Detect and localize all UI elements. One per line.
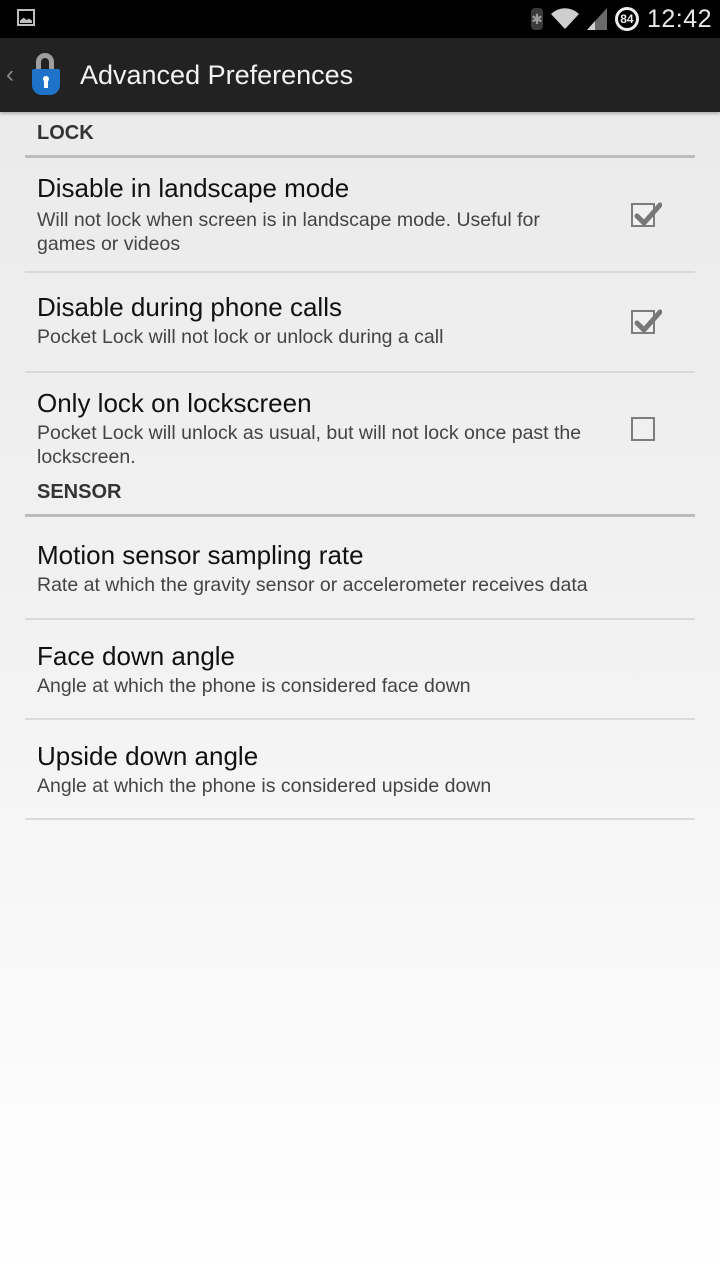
pref-disable-landscape[interactable]: Disable in landscape mode Will not lock … [25, 158, 695, 273]
pref-summary: Pocket Lock will not lock or unlock duri… [37, 326, 444, 348]
checkmark-icon [634, 202, 662, 226]
clock: 12:42 [646, 4, 712, 33]
pref-title: Face down angle [37, 641, 236, 671]
pref-only-lockscreen[interactable]: Only lock on lockscreen Pocket Lock will… [25, 373, 695, 485]
checkmark-icon [634, 309, 662, 333]
pref-upside-down-angle[interactable]: Upside down angle Angle at which the pho… [25, 720, 695, 820]
pref-summary: Angle at which the phone is considered f… [37, 675, 471, 697]
pref-sampling-rate[interactable]: Motion sensor sampling rate Rate at whic… [25, 517, 695, 620]
lock-icon[interactable] [28, 51, 68, 99]
category-lock-header: LOCK [25, 112, 695, 158]
pref-title: Disable in landscape mode [37, 173, 350, 203]
wifi-icon [550, 8, 579, 30]
pref-title: Upside down angle [37, 741, 259, 771]
chevron-left-icon[interactable]: ‹ [6, 61, 20, 89]
checkbox-only-lockscreen[interactable] [631, 417, 655, 441]
pref-disable-calls[interactable]: Disable during phone calls Pocket Lock w… [25, 273, 695, 373]
bluetooth-icon: ✱ [530, 8, 543, 30]
pref-title: Motion sensor sampling rate [37, 540, 364, 570]
action-bar: ‹ Advanced Preferences [0, 38, 720, 112]
battery-icon: 84 [614, 7, 639, 31]
status-bar: ✱ 84 12:42 [0, 0, 720, 38]
checkbox-disable-landscape[interactable] [631, 202, 662, 227]
pref-summary: Will not lock when screen is in landscap… [37, 209, 540, 255]
gallery-icon [17, 9, 35, 26]
page-title: Advanced Preferences [80, 59, 354, 90]
checkbox-disable-calls[interactable] [631, 309, 662, 334]
pref-title: Disable during phone calls [37, 292, 342, 322]
pref-title: Only lock on lockscreen [37, 388, 312, 418]
pref-summary: Pocket Lock will unlock as usual, but wi… [37, 422, 582, 468]
signal-icon [586, 8, 607, 30]
pref-face-down-angle[interactable]: Face down angle Angle at which the phone… [25, 620, 695, 720]
pref-summary: Angle at which the phone is considered u… [37, 775, 492, 797]
preferences-list: LOCK Disable in landscape mode Will not … [25, 112, 695, 820]
pref-summary: Rate at which the gravity sensor or acce… [37, 574, 588, 596]
battery-level: 84 [620, 12, 634, 26]
